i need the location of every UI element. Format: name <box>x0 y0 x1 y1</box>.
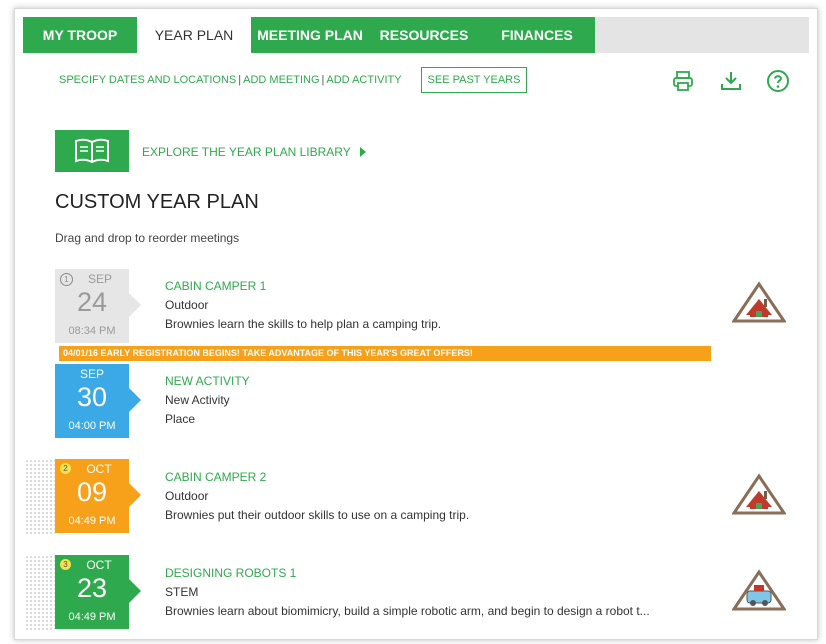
see-past-years-button[interactable]: SEE PAST YEARS <box>421 67 527 93</box>
meeting-day: 30 <box>76 382 108 412</box>
meeting-day: 23 <box>76 573 108 603</box>
book-icon <box>74 138 110 169</box>
meeting-date-card[interactable]: 2 OCT 09 04:49 PM <box>55 459 141 533</box>
meeting-day: 24 <box>76 287 108 317</box>
date-card-arrow <box>129 483 141 507</box>
add-activity-link[interactable]: ADD ACTIVITY <box>326 74 401 86</box>
cabin-badge-icon[interactable] <box>731 281 787 325</box>
tab-my-troop[interactable]: MY TROOP <box>23 17 137 53</box>
explore-library-link[interactable]: EXPLORE THE YEAR PLAN LIBRARY <box>142 145 366 159</box>
explore-library-label: EXPLORE THE YEAR PLAN LIBRARY <box>142 145 351 159</box>
activity-date-card[interactable]: SEP 30 04:00 PM <box>55 364 141 438</box>
tab-meeting-plan[interactable]: MEETING PLAN <box>251 17 369 53</box>
meeting-description: Brownies put their outdoor skills to use… <box>165 508 470 522</box>
date-card-arrow <box>129 388 141 412</box>
date-card-arrow <box>129 579 141 603</box>
meeting-month: OCT <box>86 558 112 572</box>
activity-category: New Activity <box>165 393 230 407</box>
drag-handle[interactable] <box>25 459 55 535</box>
drag-handle[interactable] <box>25 555 55 631</box>
meeting-category: STEM <box>165 585 199 599</box>
meeting-time: 08:34 PM <box>68 325 116 337</box>
tab-resources[interactable]: RESOURCES <box>369 17 479 53</box>
tab-year-plan[interactable]: YEAR PLAN <box>137 17 251 53</box>
page-title: CUSTOM YEAR PLAN <box>55 191 259 213</box>
meeting-month: SEP <box>79 367 104 381</box>
download-icon[interactable] <box>719 69 743 93</box>
meeting-time: 04:49 PM <box>68 515 116 527</box>
meeting-category: Outdoor <box>165 298 209 312</box>
meeting-day: 09 <box>76 477 108 507</box>
robot-badge-icon[interactable] <box>731 569 787 613</box>
tab-finances[interactable]: FINANCES <box>479 17 595 53</box>
printer-icon[interactable] <box>671 69 695 93</box>
toolbar-separator: | <box>238 74 242 86</box>
meeting-description: Brownies learn about biomimicry, build a… <box>165 604 650 618</box>
add-meeting-link[interactable]: ADD MEETING <box>243 74 319 86</box>
activity-place: Place <box>165 412 196 426</box>
meeting-date-card[interactable]: 3 OCT 23 04:49 PM <box>55 555 141 629</box>
year-plan-library-banner[interactable] <box>55 130 129 172</box>
play-arrow-icon <box>359 147 366 157</box>
meeting-title-link[interactable]: CABIN CAMPER 1 <box>165 279 266 293</box>
app-frame: MY TROOP YEAR PLAN MEETING PLAN RESOURCE… <box>14 8 818 640</box>
activity-title-link[interactable]: NEW ACTIVITY <box>165 374 250 388</box>
meeting-time: 04:00 PM <box>68 420 116 432</box>
meeting-date-card[interactable]: 1 SEP 24 08:34 PM <box>55 269 141 343</box>
meeting-title-link[interactable]: CABIN CAMPER 2 <box>165 470 266 484</box>
main-tab-bar: MY TROOP YEAR PLAN MEETING PLAN RESOURCE… <box>23 17 809 53</box>
cabin-badge-icon[interactable] <box>731 473 787 517</box>
meeting-title-link[interactable]: DESIGNING ROBOTS 1 <box>165 566 296 580</box>
meeting-time: 04:49 PM <box>68 611 116 623</box>
page-subtitle: Drag and drop to reorder meetings <box>55 231 240 245</box>
specify-dates-link[interactable]: SPECIFY DATES AND LOCATIONS <box>59 74 236 86</box>
meeting-month: OCT <box>86 462 112 476</box>
announcement-banner: 04/01/16 EARLY REGISTRATION BEGINS! TAKE… <box>59 346 711 361</box>
date-card-arrow <box>129 293 141 317</box>
toolbar-separator: | <box>321 74 325 86</box>
meeting-category: Outdoor <box>165 489 209 503</box>
help-icon[interactable] <box>766 69 790 93</box>
meeting-description: Brownies learn the skills to help plan a… <box>165 317 442 331</box>
meeting-month: SEP <box>87 272 112 286</box>
year-plan-toolbar: SPECIFY DATES AND LOCATIONS | ADD MEETING |… <box>59 67 402 93</box>
